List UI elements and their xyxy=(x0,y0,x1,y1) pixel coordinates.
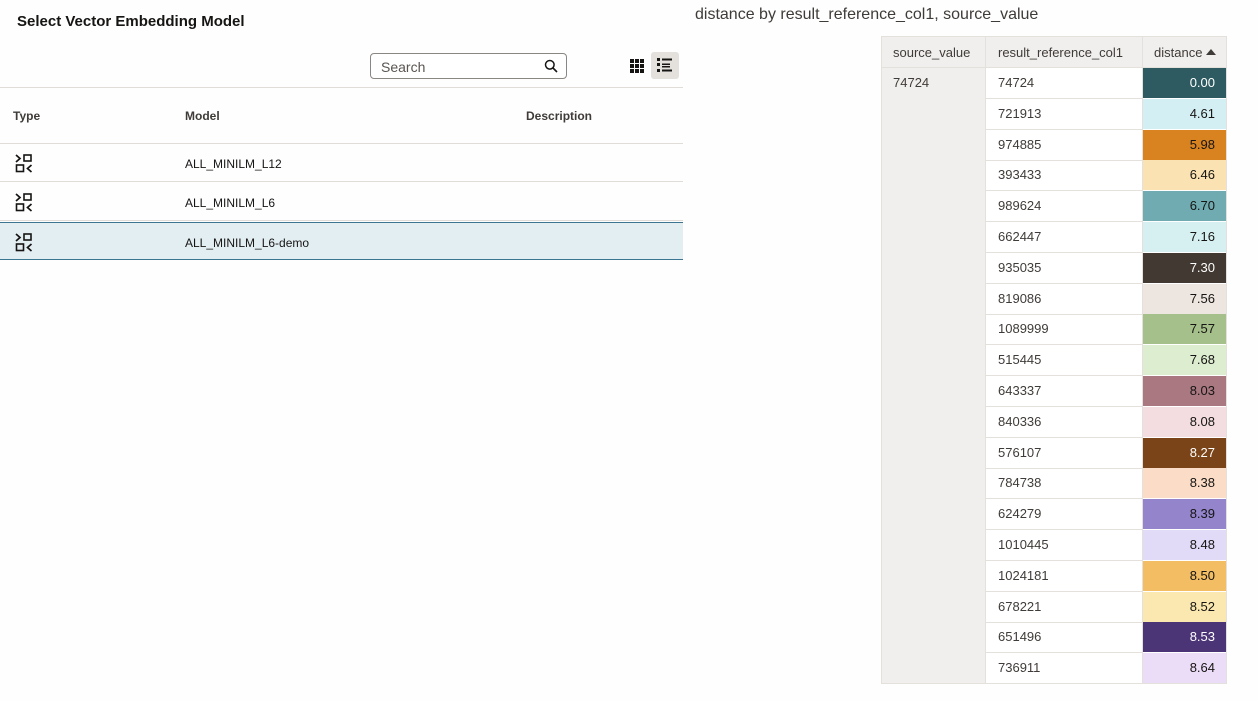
grid-view-button[interactable] xyxy=(624,53,650,79)
vector-model-icon xyxy=(15,193,33,212)
source-column-background xyxy=(882,37,986,683)
distance-cell: 8.38 xyxy=(1143,468,1226,499)
reference-cell: 74724 xyxy=(986,68,1143,99)
distance-cell: 7.16 xyxy=(1143,222,1226,252)
list-view-button[interactable] xyxy=(651,52,679,79)
model-name: ALL_MINILM_L6-demo xyxy=(185,236,310,250)
pivot-table: source_value result_reference_col1 dista… xyxy=(881,36,1227,684)
reference-cell: 974885 xyxy=(986,129,1143,161)
source-value-cell: 74724 xyxy=(893,75,930,90)
reference-cell: 989624 xyxy=(986,191,1143,223)
column-header-description[interactable]: Description xyxy=(526,109,592,123)
distance-cell: 7.56 xyxy=(1143,283,1226,314)
reference-cell: 1024181 xyxy=(986,560,1143,592)
model-name: ALL_MINILM_L12 xyxy=(185,157,282,171)
pivot-row: 784738 8.38 xyxy=(986,468,1226,500)
reference-cell: 840336 xyxy=(986,406,1143,438)
column-header-distance[interactable]: distance xyxy=(1143,37,1226,68)
pivot-row: 721913 4.61 xyxy=(986,98,1226,130)
model-name: ALL_MINILM_L6 xyxy=(185,196,276,210)
distance-cell: 8.53 xyxy=(1143,622,1226,653)
reference-cell: 678221 xyxy=(986,591,1143,623)
column-header-model[interactable]: Model xyxy=(185,109,220,123)
search-input[interactable] xyxy=(379,58,543,76)
reference-cell: 643337 xyxy=(986,376,1143,407)
distance-cell: 8.50 xyxy=(1143,560,1226,591)
distance-cell: 0.00 xyxy=(1143,68,1226,98)
pivot-row: 643337 8.03 xyxy=(986,376,1226,407)
distance-cell: 8.52 xyxy=(1143,591,1226,622)
distance-cell: 5.98 xyxy=(1143,129,1226,160)
pivot-row: 736911 8.64 xyxy=(986,653,1226,683)
pivot-row: 662447 7.16 xyxy=(986,222,1226,253)
column-header-type[interactable]: Type xyxy=(13,109,40,123)
pivot-row: 393433 6.46 xyxy=(986,160,1226,192)
distance-cell: 8.08 xyxy=(1143,406,1226,437)
distance-cell: 8.39 xyxy=(1143,499,1226,530)
pivot-row: 678221 8.52 xyxy=(986,591,1226,623)
pivot-row: 624279 8.39 xyxy=(986,499,1226,531)
distance-cell: 4.61 xyxy=(1143,98,1226,129)
pivot-row: 1010445 8.48 xyxy=(986,530,1226,561)
pivot-row: 840336 8.08 xyxy=(986,406,1226,438)
pivot-row: 989624 6.70 xyxy=(986,191,1226,223)
reference-cell: 935035 xyxy=(986,252,1143,284)
reference-cell: 736911 xyxy=(986,653,1143,683)
model-row[interactable]: ALL_MINILM_L12 xyxy=(0,144,683,182)
pivot-row: 1024181 8.50 xyxy=(986,560,1226,592)
search-box[interactable] xyxy=(370,53,567,79)
grid-view-icon xyxy=(630,59,644,73)
vector-model-icon xyxy=(15,154,33,173)
distance-cell: 7.57 xyxy=(1143,314,1226,345)
panel-title: Select Vector Embedding Model xyxy=(17,13,245,30)
distance-cell: 6.70 xyxy=(1143,191,1226,222)
pivot-row: 819086 7.56 xyxy=(986,283,1226,315)
column-header-source-value[interactable]: source_value xyxy=(882,37,986,68)
reference-cell: 515445 xyxy=(986,345,1143,377)
distance-header-label: distance xyxy=(1154,45,1203,60)
model-selector-panel: Select Vector Embedding Model Type Model… xyxy=(0,0,683,300)
reference-cell: 721913 xyxy=(986,98,1143,130)
pivot-title: distance by result_reference_col1, sourc… xyxy=(695,6,1039,23)
column-header-result-reference[interactable]: result_reference_col1 xyxy=(986,37,1143,68)
pivot-row: 74724 0.00 xyxy=(986,68,1226,99)
list-view-icon xyxy=(657,58,672,72)
pivot-row: 974885 5.98 xyxy=(986,129,1226,161)
distance-cell: 7.30 xyxy=(1143,252,1226,283)
reference-cell: 624279 xyxy=(986,499,1143,531)
reference-cell: 819086 xyxy=(986,283,1143,315)
reference-cell: 651496 xyxy=(986,622,1143,654)
model-row[interactable]: ALL_MINILM_L6 xyxy=(0,183,683,221)
vector-model-icon xyxy=(15,233,33,252)
distance-cell: 8.48 xyxy=(1143,530,1226,560)
model-row[interactable]: ALL_MINILM_L6-demo xyxy=(0,222,683,260)
pivot-row: 651496 8.53 xyxy=(986,622,1226,654)
search-icon[interactable] xyxy=(544,59,558,73)
reference-cell: 1010445 xyxy=(986,530,1143,561)
reference-cell: 576107 xyxy=(986,437,1143,469)
reference-cell: 784738 xyxy=(986,468,1143,500)
pivot-row: 935035 7.30 xyxy=(986,252,1226,284)
sort-ascending-icon[interactable] xyxy=(1206,49,1217,55)
reference-cell: 393433 xyxy=(986,160,1143,192)
distance-cell: 8.27 xyxy=(1143,437,1226,468)
distance-cell: 6.46 xyxy=(1143,160,1226,191)
distance-cell: 8.03 xyxy=(1143,376,1226,406)
distance-cell: 7.68 xyxy=(1143,345,1226,376)
pivot-row: 576107 8.27 xyxy=(986,437,1226,469)
reference-cell: 662447 xyxy=(986,222,1143,253)
distance-cell: 8.64 xyxy=(1143,653,1226,683)
pivot-row: 515445 7.68 xyxy=(986,345,1226,377)
pivot-row: 1089999 7.57 xyxy=(986,314,1226,346)
reference-cell: 1089999 xyxy=(986,314,1143,346)
toolbar-divider xyxy=(0,87,683,88)
